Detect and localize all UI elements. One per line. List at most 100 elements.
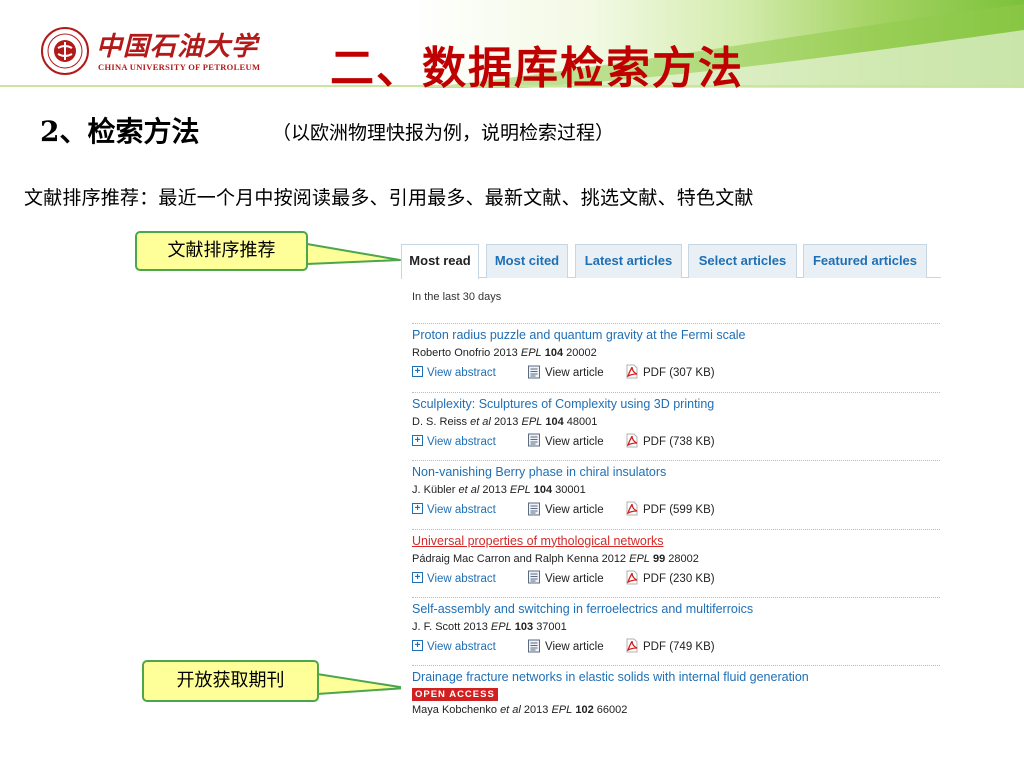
article-number: 48001 [566,415,598,428]
university-seal-icon [41,27,89,75]
view-abstract-button[interactable]: + View abstract [412,502,496,518]
pdf-icon [626,364,638,379]
article-journal: EPL [551,704,573,716]
expand-plus-icon: + [412,434,423,446]
article-number: 37001 [536,621,567,633]
section-heading: 2、检索方法 [40,115,200,148]
article-title-link[interactable]: Sculplexity: Sculptures of Complexity us… [412,397,714,411]
row-separator [412,597,940,598]
article-title-link[interactable]: Self-assembly and switching in ferroelec… [412,602,753,616]
article-et-al: et al [458,484,480,496]
view-article-button[interactable]: View article [527,365,604,381]
view-abstract-label: View abstract [427,504,496,516]
article-title-link[interactable]: Non-vanishing Berry phase in chiral insu… [412,465,666,479]
view-abstract-label: View abstract [427,367,496,379]
view-abstract-button[interactable]: + View abstract [412,434,496,450]
expand-plus-icon: + [412,640,423,652]
article-number: 30001 [555,484,586,496]
view-article-button[interactable]: View article [527,502,604,518]
pdf-download-button[interactable]: PDF (738 KB) [625,433,715,450]
view-abstract-button[interactable]: + View abstract [412,571,496,587]
article-title-link[interactable]: Universal properties of mythological net… [412,534,664,548]
pdf-icon [626,433,638,448]
article-actions: + View abstract View article PDF (749 KB) [412,638,940,655]
view-abstract-button[interactable]: + View abstract [412,639,496,655]
pdf-label: PDF (738 KB) [643,435,715,448]
expand-plus-icon: + [412,366,423,378]
article-journal: EPL [490,621,512,633]
university-name-en: CHINA UNIVERSITY OF PETROLEUM [98,62,261,72]
section-note: （以欧洲物理快报为例，说明检索过程） [272,122,615,144]
callout-pointer-sort [306,243,401,265]
tab-most-cited[interactable]: Most cited [486,244,568,278]
expand-plus-icon: + [412,503,423,515]
row-separator [412,460,940,461]
article-meta: Pádraig Mac Carron and Ralph Kenna 2012 … [412,553,699,565]
article-number: 66002 [596,704,628,716]
tab-featured-articles[interactable]: Featured articles [803,244,927,278]
article-journal: EPL [629,552,650,565]
article-actions: + View abstract View article PDF (230 KB) [412,570,940,587]
view-abstract-label: View abstract [427,641,496,653]
article-meta: Maya Kobchenko et al 2013 EPL 102 66002 [412,704,627,716]
article-authors: J. Kübler [412,484,456,496]
article-year: 2013 [463,621,488,633]
list-item: Sculplexity: Sculptures of Complexity us… [412,391,940,454]
article-volume: 104 [533,484,553,496]
list-item: Proton radius puzzle and quantum gravity… [412,323,940,385]
expand-plus-icon: + [412,571,423,583]
view-article-icon [528,365,540,379]
article-journal: EPL [509,484,531,496]
view-article-label: View article [545,641,604,653]
view-abstract-label: View abstract [427,572,496,585]
pdf-download-button[interactable]: PDF (749 KB) [625,638,715,655]
pdf-icon [626,501,638,516]
article-et-al: et al [470,415,491,428]
pdf-download-button[interactable]: PDF (599 KB) [625,501,715,518]
university-name-cn: 中国石油大学 [96,32,259,62]
row-separator [412,323,940,324]
article-meta: J. Kübler et al 2013 EPL 104 30001 [412,484,586,496]
article-year: 2013 [493,347,518,359]
row-separator [412,665,940,666]
article-authors: Maya Kobchenko [412,704,497,716]
tab-select-articles[interactable]: Select articles [688,244,797,278]
list-item: Non-vanishing Berry phase in chiral insu… [412,460,940,522]
tab-latest-articles[interactable]: Latest articles [575,244,682,278]
article-number: 28002 [668,552,699,565]
article-volume: 99 [652,552,666,565]
pdf-download-button[interactable]: PDF (307 KB) [625,364,715,381]
pdf-download-button[interactable]: PDF (230 KB) [625,570,715,587]
period-label: In the last 30 days [412,291,502,303]
view-abstract-label: View abstract [427,435,496,448]
article-et-al: et al [500,704,521,716]
pdf-icon [626,638,638,653]
article-title-link[interactable]: Proton radius puzzle and quantum gravity… [412,328,746,342]
article-authors: D. S. Reiss [412,415,468,428]
list-item-open-access: Drainage fracture networks in elastic so… [412,665,940,719]
article-meta: J. F. Scott 2013 EPL 103 37001 [412,621,567,633]
article-meta: Roberto Onofrio 2013 EPL 104 20002 [412,347,597,359]
view-article-label: View article [545,435,604,448]
article-authors: J. F. Scott [412,621,461,633]
tab-most-read[interactable]: Most read [401,244,479,279]
pdf-icon [626,570,638,585]
view-article-button[interactable]: View article [527,570,604,587]
slide-title: 二、数据库检索方法 [330,43,744,88]
article-journal: EPL [521,415,543,428]
article-volume: 104 [544,347,564,359]
article-title-link[interactable]: Drainage fracture networks in elastic so… [412,670,809,684]
view-abstract-button[interactable]: + View abstract [412,365,496,381]
view-article-icon [528,570,540,584]
slide-header: 中国石油大学 CHINA UNIVERSITY OF PETROLEUM 二、数… [0,0,1024,88]
callout-sort-recommendation: 文献排序推荐 [135,231,308,271]
article-volume: 102 [575,704,594,716]
view-article-button[interactable]: View article [527,433,604,450]
row-separator [412,391,940,393]
article-actions: + View abstract View article PDF (738 KB) [412,433,940,450]
view-article-button[interactable]: View article [527,639,604,655]
pdf-label: PDF (307 KB) [643,367,715,379]
view-article-icon [528,639,540,653]
article-authors: Pádraig Mac Carron and Ralph Kenna [412,552,599,565]
view-article-label: View article [545,504,604,516]
